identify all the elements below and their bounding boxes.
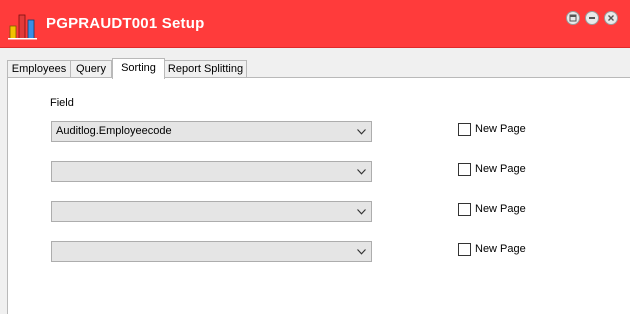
setup-window: PGPRAUDT001 Setup Employees Query Sortin…: [0, 0, 630, 314]
chevron-down-icon: [357, 129, 366, 135]
sort-field-dropdown-4[interactable]: [51, 241, 372, 262]
minimize-icon[interactable]: [585, 11, 599, 25]
tab-report-splitting[interactable]: Report Splitting: [164, 60, 247, 78]
sort-field-dropdown-3[interactable]: [51, 201, 372, 222]
tab-sorting[interactable]: Sorting: [112, 58, 165, 79]
new-page-label: New Page: [475, 243, 526, 255]
field-label: Field: [50, 97, 74, 109]
sort-field-dropdown-1[interactable]: Auditlog.Employeecode: [51, 121, 372, 142]
restore-icon[interactable]: [566, 11, 580, 25]
checkbox-box[interactable]: [458, 123, 471, 136]
window-title: PGPRAUDT001 Setup: [46, 15, 205, 32]
checkbox-box[interactable]: [458, 203, 471, 216]
tab-query[interactable]: Query: [70, 60, 112, 78]
new-page-label: New Page: [475, 163, 526, 175]
sort-field-value-1: Auditlog.Employeecode: [56, 125, 172, 137]
checkbox-box[interactable]: [458, 163, 471, 176]
sorting-panel: Field Auditlog.Employeecode New Page New…: [7, 77, 630, 314]
bar-chart-icon: [8, 12, 38, 40]
tab-employees[interactable]: Employees: [7, 60, 71, 78]
title-bar[interactable]: PGPRAUDT001 Setup: [0, 0, 630, 48]
chevron-down-icon: [357, 249, 366, 255]
new-page-label: New Page: [475, 123, 526, 135]
sort-field-dropdown-2[interactable]: [51, 161, 372, 182]
chevron-down-icon: [357, 209, 366, 215]
chevron-down-icon: [357, 169, 366, 175]
checkbox-box[interactable]: [458, 243, 471, 256]
close-icon[interactable]: [604, 11, 618, 25]
new-page-label: New Page: [475, 203, 526, 215]
